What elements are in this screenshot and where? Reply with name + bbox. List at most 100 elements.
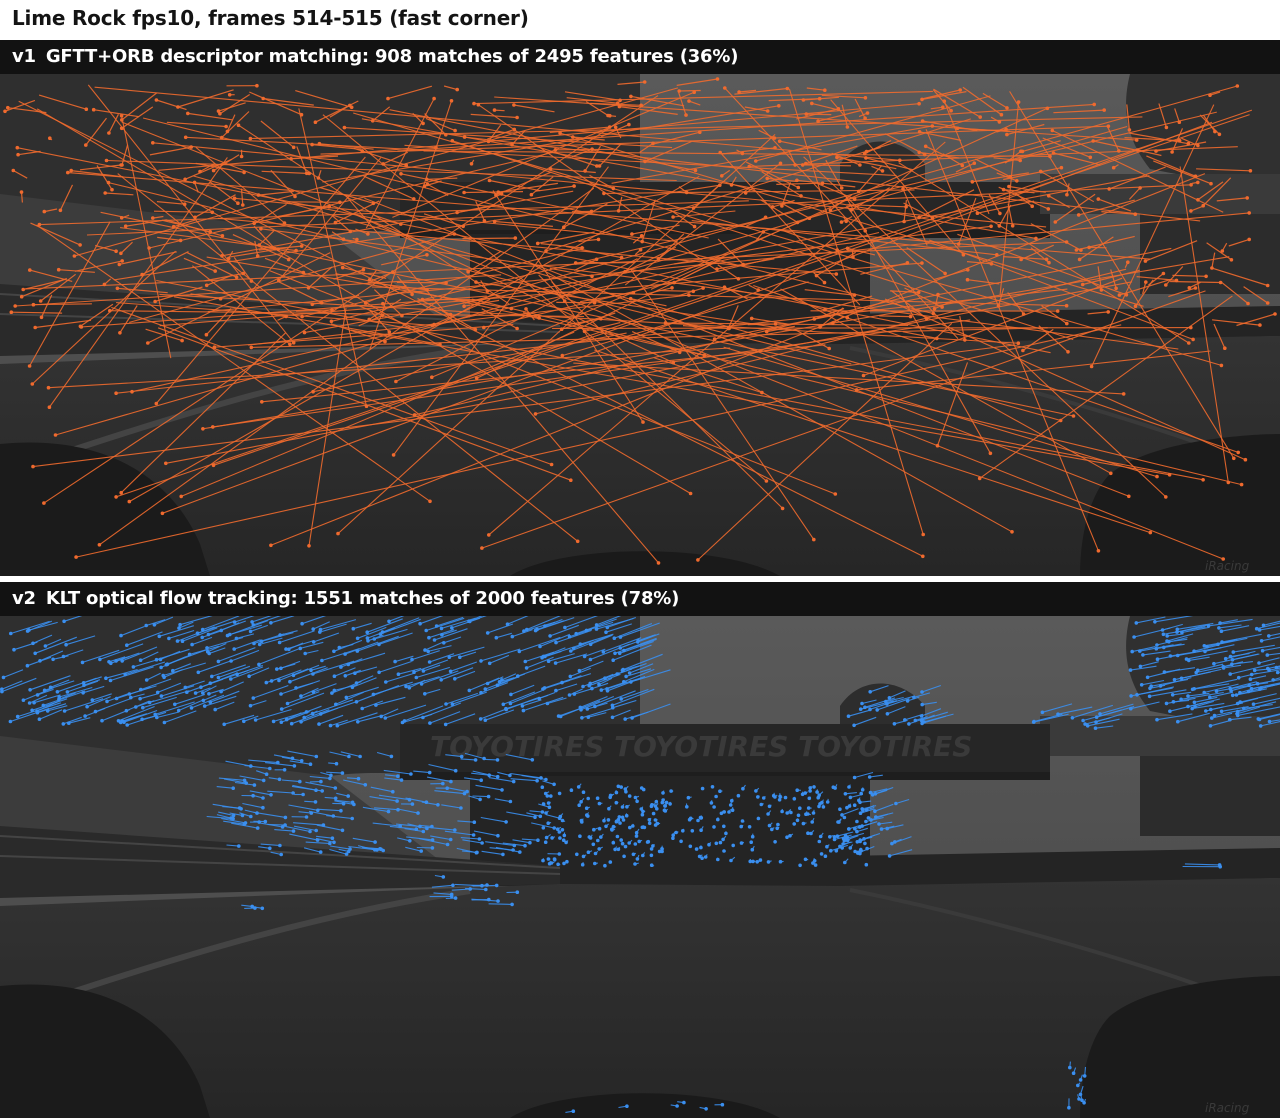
feature-point [236,123,241,127]
feature-point [440,633,444,637]
feature-point [171,668,175,673]
feature-point [597,826,602,831]
feature-point [251,793,255,798]
match-line [93,109,140,118]
feature-point [332,674,337,678]
feature-point [269,543,273,548]
feature-point [639,234,644,238]
feature-point [366,232,370,236]
match-line [488,903,513,905]
match-line [1154,616,1194,623]
feature-point [1079,248,1083,252]
match-line [529,810,543,813]
feature-point [754,159,758,163]
feature-point [232,647,236,651]
feature-point [599,835,603,839]
feature-point [843,792,848,796]
feature-point [432,638,437,642]
match-line [187,112,233,121]
match-line [542,780,555,785]
feature-point [404,684,408,689]
match-line [1030,223,1082,251]
feature-point [1170,693,1175,697]
feature-point [396,807,400,812]
feature-point [920,702,924,707]
feature-point [228,632,232,637]
feature-point [120,719,125,723]
match-line [326,771,343,774]
feature-point [541,802,546,806]
match-line [94,86,900,161]
feature-point [1212,713,1217,718]
match-line [631,703,671,719]
feature-point [611,705,615,710]
match-line [383,769,411,775]
match-line [313,632,340,643]
feature-point [249,764,253,768]
match-line [1216,197,1248,202]
feature-point [604,630,608,634]
feature-point [1219,363,1224,368]
match-line [388,616,405,622]
match-line [676,78,718,86]
feature-point [247,674,251,678]
match-line [419,616,444,625]
feature-point [596,838,600,843]
match-line [539,691,556,700]
feature-point [1186,694,1190,698]
match-line [219,93,251,115]
feature-point [427,660,432,664]
feature-point [618,821,622,825]
feature-point [340,828,345,833]
feature-point [515,890,520,894]
feature-point [597,682,601,687]
feature-point [1229,688,1233,693]
feature-point [932,306,937,311]
match-line [537,231,595,244]
feature-point [263,819,268,824]
feature-point [627,671,632,675]
feature-point [592,827,596,832]
feature-point [860,824,864,828]
feature-point [829,848,833,853]
feature-point [339,808,343,813]
feature-point [556,714,561,718]
feature-point [340,265,345,270]
feature-point [613,125,618,130]
feature-point [1201,203,1205,208]
feature-point [588,836,593,840]
feature-point [620,815,625,820]
match-line [1184,863,1220,866]
feature-point [9,310,14,314]
feature-point [594,623,599,627]
match-line [253,684,289,699]
feature-point [546,821,550,825]
feature-point [547,805,552,809]
feature-point [682,1100,686,1105]
feature-point [500,678,504,682]
feature-point [647,821,652,826]
feature-point [619,697,623,701]
feature-point [730,808,735,812]
feature-point [714,841,719,846]
feature-point [37,717,42,721]
match-line [603,637,642,653]
feature-point [613,847,617,852]
feature-point [283,815,288,820]
match-line [370,786,393,793]
match-line [870,685,889,693]
feature-point [439,626,444,631]
feature-point [687,817,692,822]
feature-point [321,823,326,827]
feature-point [103,191,107,195]
feature-point [448,669,453,674]
feature-point [823,854,828,858]
feature-point [161,673,165,678]
feature-point [153,299,157,304]
feature-point [852,775,857,780]
feature-point [623,717,627,721]
feature-point [311,627,316,631]
match-line [503,691,536,705]
feature-point [97,543,102,547]
feature-point [421,829,426,834]
